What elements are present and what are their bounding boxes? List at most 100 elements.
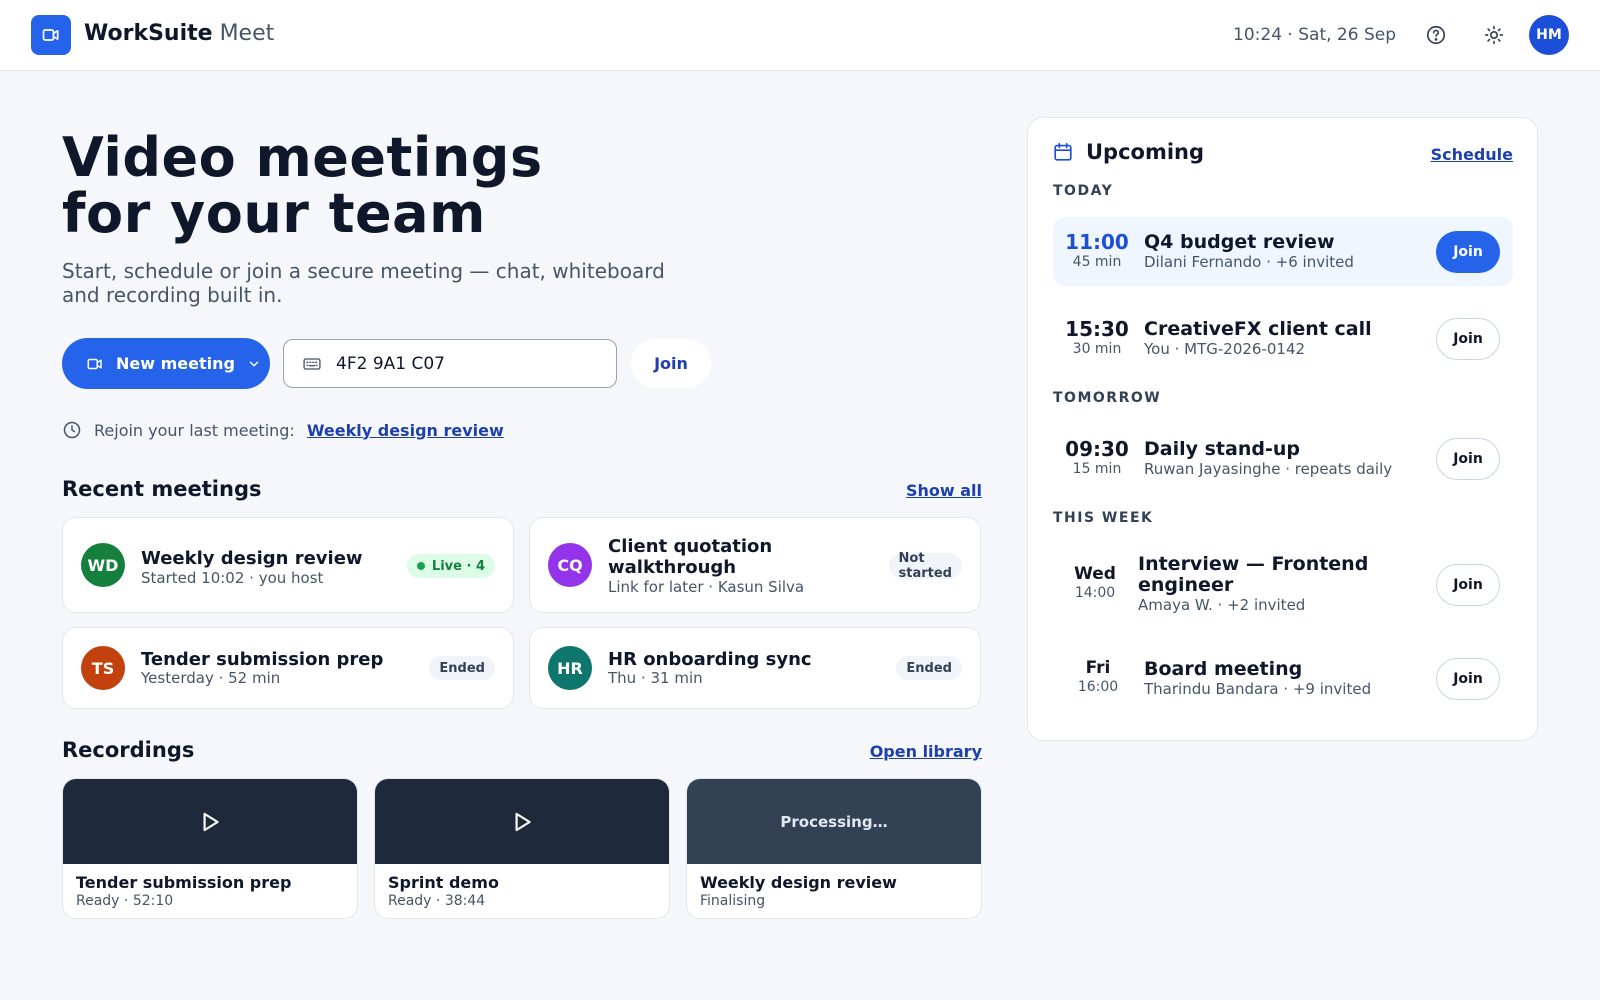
meeting-code-field[interactable] [283,339,617,388]
meeting-title: Q4 budget review [1144,231,1335,253]
meeting-title-line-1: Client quotation [608,536,773,557]
meeting-title-line-1: Interview — Frontend [1138,553,1369,575]
upcoming-meeting[interactable]: 09:30 15 min Daily stand-up Ruwan Jayasi… [1053,424,1513,493]
meeting-card[interactable]: HR HR onboarding sync Thu · 31 min Ended [529,627,981,709]
meeting-meta: You · MTG-2026-0142 [1144,340,1306,358]
meeting-card[interactable]: WD Weekly design review Started 10:02 · … [62,517,514,613]
app-title: WorkSuite Meet [84,20,274,48]
meeting-avatar: TS [81,646,125,690]
play-icon [515,812,531,831]
group-label-this-week: THIS WEEK [1053,510,1154,526]
status-label-line-2: started [898,566,952,581]
recording-card[interactable]: Tender submission prep Ready · 52:10 [62,778,358,919]
page-title: Video meetings for your team [62,130,543,242]
meeting-title: Daily stand-up [1144,438,1300,460]
theme-toggle-button[interactable] [1480,21,1508,49]
meeting-avatar: CQ [548,543,592,587]
video-camera-icon [87,358,102,369]
upcoming-header: Upcoming [1052,140,1204,164]
join-button[interactable]: Join [1436,658,1500,700]
join-button[interactable]: Join [1436,231,1500,273]
meeting-time: 09:30 [1065,437,1129,461]
chevron-down-icon [249,361,259,366]
schedule-link[interactable]: Schedule [1431,145,1513,164]
clock-icon [63,421,81,439]
rejoin-link[interactable]: Weekly design review [307,421,504,440]
upcoming-title: Upcoming [1086,140,1205,164]
help-icon [1426,25,1446,45]
page-title-line-1: Video meetings [62,126,543,189]
join-with-code-button[interactable]: Join [631,339,711,388]
new-meeting-button[interactable]: New meeting [62,338,270,389]
sun-icon [1484,25,1504,45]
rejoin-label: Rejoin your last meeting: [94,420,295,440]
upcoming-panel: Upcoming Schedule TODAY 11:00 45 min Q4 … [1027,117,1538,741]
recent-meetings-heading: Recent meetings [62,477,262,501]
recording-thumbnail[interactable] [63,779,357,864]
open-library-link[interactable]: Open library [870,742,982,761]
group-label-tomorrow: TOMORROW [1053,390,1162,406]
meeting-meta: Dilani Fernando · +6 invited [1144,253,1354,271]
join-button[interactable]: Join [1436,564,1500,606]
meeting-title: CreativeFX client call [1144,318,1372,340]
current-time: 10:24 · Sat, 26 Sep [1233,25,1396,45]
recording-title: Sprint demo [388,873,499,892]
group-label-today: TODAY [1053,183,1114,199]
meeting-title: Board meeting [1144,658,1303,680]
rejoin-last-meeting: Rejoin your last meeting: Weekly design … [62,420,504,440]
status-label: Live · 4 [431,558,485,574]
meeting-avatar: WD [81,543,125,587]
meeting-time: 11:00 [1065,230,1129,254]
upcoming-meeting[interactable]: 15:30 30 min CreativeFX client call You … [1053,304,1513,373]
live-dot-icon [416,562,425,570]
upcoming-meeting[interactable]: 11:00 45 min Q4 budget review Dilani Fer… [1053,217,1513,286]
recording-thumbnail: Processing… [687,779,981,864]
meeting-title: Weekly design review [141,548,363,569]
page-subtitle: Start, schedule or join a secure meeting… [62,259,665,307]
upcoming-meeting[interactable]: Wed 14:00 Interview — Frontend engineer … [1053,544,1513,624]
meeting-meta: Tharindu Bandara · +9 invited [1144,680,1372,698]
brand-name: WorkSuite [84,21,213,46]
user-avatar[interactable]: HM [1529,15,1569,55]
meeting-meta: Ruwan Jayasinghe · repeats daily [1144,460,1393,478]
help-button[interactable] [1422,21,1450,49]
status-badge: Live · 4 [406,554,495,578]
recording-meta: Ready · 52:10 [76,893,174,909]
brand-product: Meet [219,21,275,46]
meeting-title: Tender submission prep [141,649,384,670]
top-bar: WorkSuite Meet 10:24 · Sat, 26 Sep HM [0,0,1600,71]
meeting-meta: Link for later · Kasun Silva [608,578,805,596]
status-badge: Ended [429,656,495,680]
recording-card[interactable]: Processing… Weekly design review Finalis… [686,778,982,919]
meeting-title: Client quotation walkthrough [608,536,772,578]
app-logo[interactable] [31,15,71,55]
meeting-title: Interview — Frontend engineer [1138,554,1368,596]
meeting-meta: Amaya W. · +2 invited [1138,596,1306,614]
play-icon [203,812,219,831]
new-meeting-label: New meeting [116,354,235,373]
video-camera-icon [42,29,59,41]
recording-thumbnail[interactable] [375,779,669,864]
meeting-title: HR onboarding sync [608,649,812,670]
meeting-time: 16:00 [1077,679,1119,695]
recording-card[interactable]: Sprint demo Ready · 38:44 [374,778,670,919]
calendar-icon [1054,142,1072,161]
meeting-card[interactable]: TS Tender submission prep Yesterday · 52… [62,627,514,709]
page-title-line-2: for your team [62,182,486,245]
recording-meta: Finalising [700,893,766,909]
meeting-day: Wed [1074,564,1116,584]
meeting-time: 14:00 [1074,585,1116,601]
meeting-card[interactable]: CQ Client quotation walkthrough Link for… [529,517,981,613]
join-button[interactable]: Join [1436,438,1500,480]
keyboard-icon [303,357,321,370]
upcoming-meeting[interactable]: Fri 16:00 Board meeting Tharindu Bandara… [1053,644,1513,713]
status-label-line-1: Not [898,551,925,566]
meeting-title-line-2: engineer [1138,574,1234,596]
recordings-heading: Recordings [62,738,195,762]
meeting-meta: Started 10:02 · you host [141,569,324,587]
meeting-code-input[interactable] [336,353,596,374]
join-button[interactable]: Join [1436,318,1500,360]
show-all-link[interactable]: Show all [906,481,982,500]
meeting-meta: Yesterday · 52 min [141,669,281,687]
processing-label: Processing… [780,812,888,831]
